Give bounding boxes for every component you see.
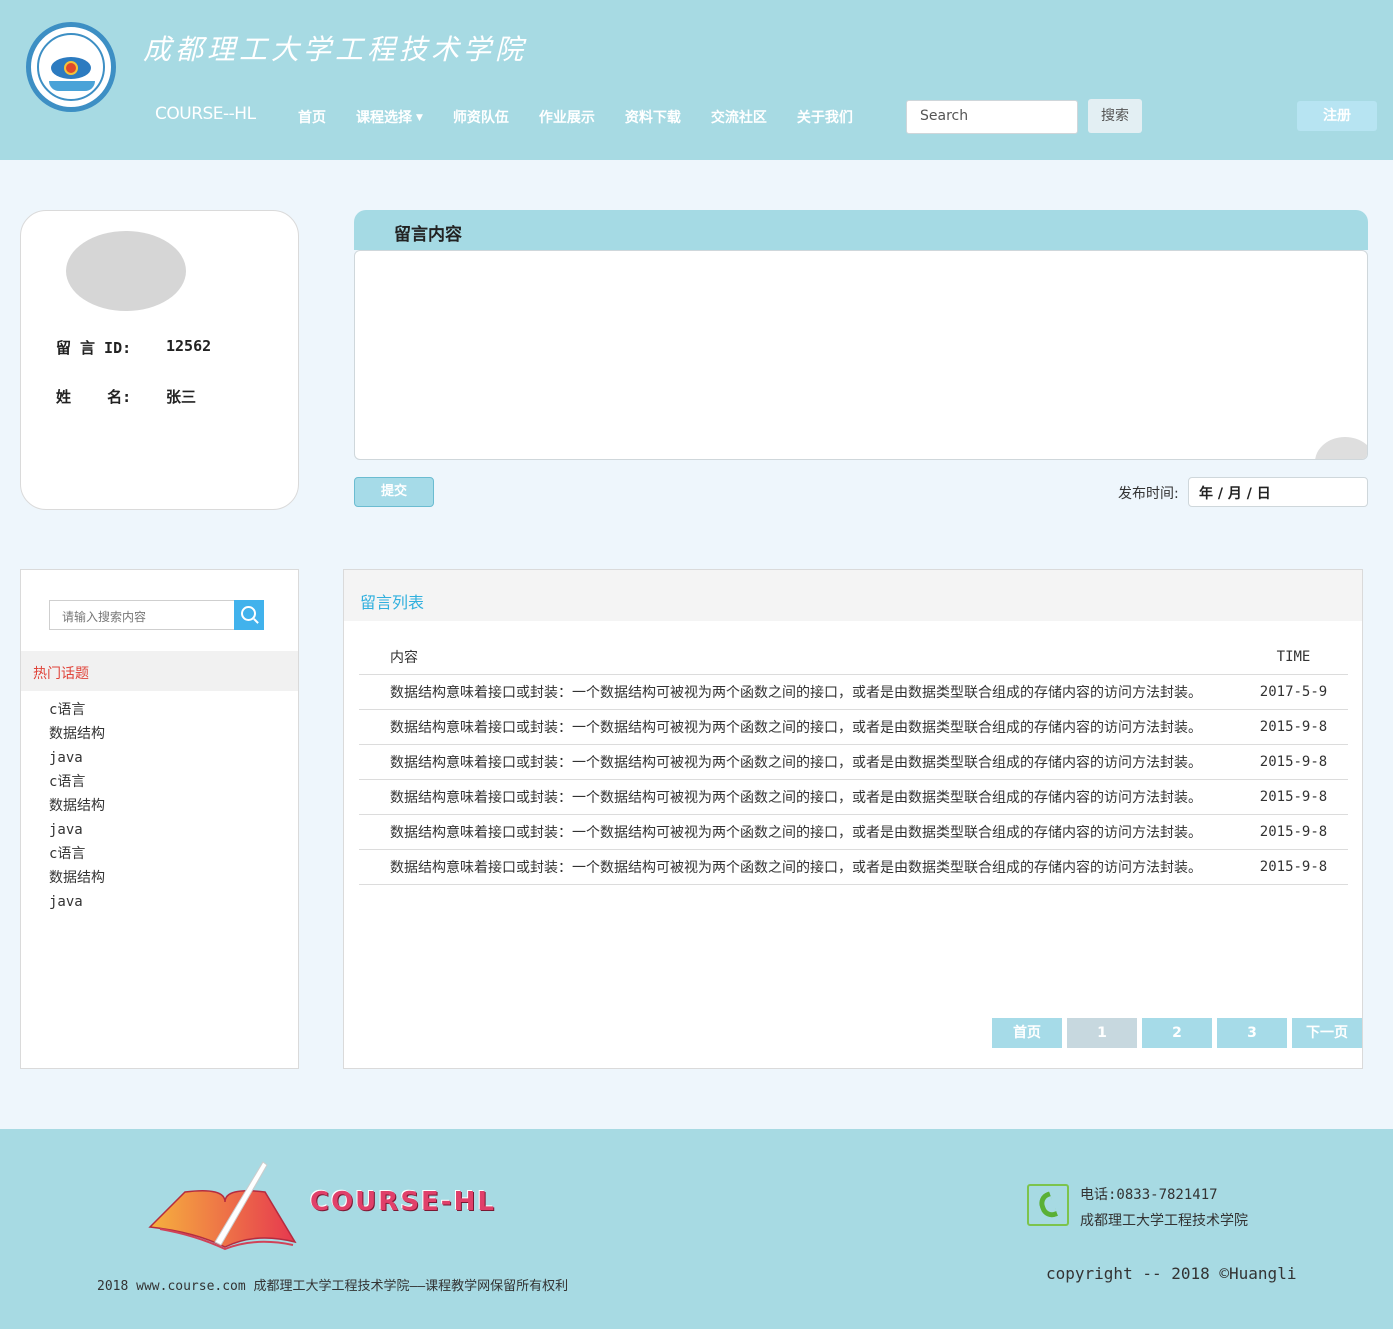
footer-copyright-left: 2018 www.course.com 成都理工大学工程技术学院——课程教学网保… bbox=[97, 1279, 569, 1294]
table-header-row: 内容 TIME bbox=[359, 640, 1348, 675]
school-name-title: 成都理工大学工程技术学院 bbox=[143, 33, 528, 66]
seal-center-circle bbox=[64, 61, 78, 75]
nav-item-community[interactable]: 交流社区 bbox=[711, 107, 767, 127]
row-time: 2015-9-8 bbox=[1259, 789, 1328, 805]
page-first-button[interactable]: 首页 bbox=[992, 1018, 1062, 1048]
table-row[interactable]: 数据结构意味着接口或封装：一个数据结构可被视为两个函数之间的接口，或者是由数据类… bbox=[359, 780, 1348, 815]
message-list-header: 留言列表 bbox=[344, 570, 1362, 621]
contact-school: 成都理工大学工程技术学院 bbox=[1080, 1213, 1248, 1229]
column-header-time: TIME bbox=[1276, 649, 1311, 665]
row-content: 数据结构意味着接口或封装：一个数据结构可被视为两个函数之间的接口，或者是由数据类… bbox=[390, 860, 1202, 876]
contact-phone: 电话:0833-7821417 bbox=[1080, 1187, 1218, 1203]
school-seal-logo[interactable] bbox=[26, 22, 116, 112]
message-id-value: 12562 bbox=[166, 337, 212, 355]
nav-item-homework[interactable]: 作业展示 bbox=[539, 107, 595, 127]
topic-item[interactable]: 数据结构 bbox=[49, 866, 105, 890]
table-row[interactable]: 数据结构意味着接口或封装：一个数据结构可被视为两个函数之间的接口，或者是由数据类… bbox=[359, 745, 1348, 780]
nav-item-home[interactable]: 首页 bbox=[298, 107, 326, 127]
register-button[interactable]: 注册 bbox=[1297, 101, 1377, 131]
submit-button[interactable]: 提交 bbox=[354, 477, 434, 507]
message-textarea[interactable] bbox=[354, 250, 1368, 460]
footer-copyright-right: copyright -- 2018 ©Huangli bbox=[1046, 1264, 1297, 1283]
topic-list: c语言 数据结构 java c语言 数据结构 java c语言 数据结构 jav… bbox=[49, 698, 105, 914]
row-content: 数据结构意味着接口或封装：一个数据结构可被视为两个函数之间的接口，或者是由数据类… bbox=[390, 790, 1202, 806]
topics-sidebar: 请输入搜索内容 热门话题 c语言 数据结构 java c语言 数据结构 java… bbox=[20, 569, 299, 1069]
sidebar-search-button[interactable] bbox=[234, 600, 264, 630]
nav-item-about[interactable]: 关于我们 bbox=[797, 107, 853, 127]
publish-date-input[interactable]: 年 / 月 / 日 bbox=[1188, 477, 1368, 507]
course-hl-logo: COURSE-HL bbox=[310, 1187, 496, 1217]
topic-item[interactable]: c语言 bbox=[49, 698, 105, 722]
page-next-button[interactable]: 下一页 bbox=[1292, 1018, 1362, 1048]
topic-item[interactable]: java bbox=[49, 746, 105, 770]
nav-item-faculty[interactable]: 师资队伍 bbox=[453, 107, 509, 127]
row-content: 数据结构意味着接口或封装：一个数据结构可被视为两个函数之间的接口，或者是由数据类… bbox=[390, 720, 1202, 736]
message-list-panel: 留言列表 内容 TIME 数据结构意味着接口或封装：一个数据结构可被视为两个函数… bbox=[343, 569, 1363, 1069]
topic-item[interactable]: java bbox=[49, 890, 105, 914]
row-content: 数据结构意味着接口或封装：一个数据结构可被视为两个函数之间的接口，或者是由数据类… bbox=[390, 825, 1202, 841]
main-nav: 首页 课程选择 ▼ 师资队伍 作业展示 资料下载 交流社区 关于我们 bbox=[298, 107, 883, 127]
name-row: 姓 名: 张三 bbox=[56, 386, 196, 407]
topic-item[interactable]: 数据结构 bbox=[49, 722, 105, 746]
topic-item[interactable]: java bbox=[49, 818, 105, 842]
row-time: 2015-9-8 bbox=[1259, 824, 1328, 840]
topic-item[interactable]: c语言 bbox=[49, 770, 105, 794]
row-time: 2015-9-8 bbox=[1259, 859, 1328, 875]
message-table: 内容 TIME 数据结构意味着接口或封装：一个数据结构可被视为两个函数之间的接口… bbox=[359, 640, 1348, 885]
row-time: 2015-9-8 bbox=[1259, 754, 1328, 770]
chevron-down-icon: ▼ bbox=[416, 113, 423, 123]
topic-item[interactable]: 数据结构 bbox=[49, 794, 105, 818]
page-1-button[interactable]: 1 bbox=[1067, 1018, 1137, 1048]
avatar bbox=[66, 231, 186, 311]
site-footer: COURSE-HL 2018 www.course.com 成都理工大学工程技术… bbox=[0, 1129, 1393, 1329]
page-2-button[interactable]: 2 bbox=[1142, 1018, 1212, 1048]
nav-item-downloads[interactable]: 资料下载 bbox=[625, 107, 681, 127]
name-value: 张三 bbox=[166, 388, 197, 406]
sidebar-search-input[interactable]: 请输入搜索内容 bbox=[49, 600, 235, 630]
book-pen-logo-icon bbox=[148, 1161, 297, 1251]
message-id-row: 留 言 ID: 12562 bbox=[56, 337, 211, 358]
site-header: 成都理工大学工程技术学院 COURSE--HL 首页 课程选择 ▼ 师资队伍 作业… bbox=[0, 0, 1393, 160]
row-time: 2017-5-9 bbox=[1259, 684, 1328, 700]
resize-handle[interactable] bbox=[1315, 437, 1367, 459]
brand-logo-text[interactable]: COURSE--HL bbox=[155, 104, 256, 124]
row-time: 2015-9-8 bbox=[1259, 719, 1328, 735]
phone-handset-shape bbox=[1035, 1191, 1059, 1221]
header-search-button[interactable]: 搜索 bbox=[1088, 99, 1142, 133]
hot-topics-title: 热门话题 bbox=[21, 651, 298, 691]
pagination: 首页 1 2 3 下一页 bbox=[992, 1018, 1367, 1048]
page-3-button[interactable]: 3 bbox=[1217, 1018, 1287, 1048]
column-header-content: 内容 bbox=[390, 650, 418, 666]
header-search-input[interactable]: Search bbox=[906, 100, 1078, 134]
row-content: 数据结构意味着接口或封装：一个数据结构可被视为两个函数之间的接口，或者是由数据类… bbox=[390, 685, 1202, 701]
name-label: 姓 名: bbox=[56, 388, 132, 406]
table-row[interactable]: 数据结构意味着接口或封装：一个数据结构可被视为两个函数之间的接口，或者是由数据类… bbox=[359, 815, 1348, 850]
phone-icon bbox=[1027, 1184, 1069, 1226]
row-content: 数据结构意味着接口或封装：一个数据结构可被视为两个函数之间的接口，或者是由数据类… bbox=[390, 755, 1202, 771]
nav-item-courses[interactable]: 课程选择 ▼ bbox=[356, 107, 423, 127]
message-content-header: 留言内容 bbox=[354, 210, 1368, 250]
message-list-title: 留言列表 bbox=[360, 593, 425, 612]
publish-time-label: 发布时间: bbox=[1118, 486, 1179, 502]
message-content-title: 留言内容 bbox=[394, 225, 462, 245]
nav-courses-label: 课程选择 bbox=[356, 110, 412, 126]
topic-item[interactable]: c语言 bbox=[49, 842, 105, 866]
table-row[interactable]: 数据结构意味着接口或封装：一个数据结构可被视为两个函数之间的接口，或者是由数据类… bbox=[359, 675, 1348, 710]
profile-card: 留 言 ID: 12562 姓 名: 张三 bbox=[20, 210, 299, 510]
table-row[interactable]: 数据结构意味着接口或封装：一个数据结构可被视为两个函数之间的接口，或者是由数据类… bbox=[359, 710, 1348, 745]
seal-wave bbox=[49, 81, 95, 91]
table-row[interactable]: 数据结构意味着接口或封装：一个数据结构可被视为两个函数之间的接口，或者是由数据类… bbox=[359, 850, 1348, 885]
message-id-label: 留 言 ID: bbox=[56, 339, 132, 357]
search-icon-handle bbox=[253, 618, 259, 624]
